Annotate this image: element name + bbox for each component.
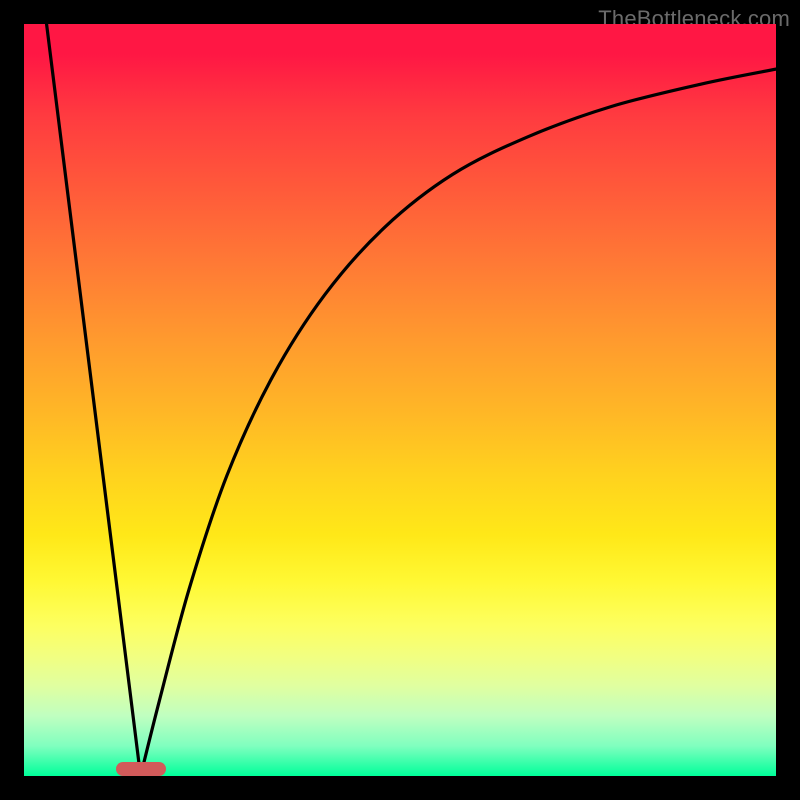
- curve-right: [141, 69, 776, 776]
- chart-curves: [24, 24, 776, 776]
- optimum-marker: [116, 762, 166, 776]
- plot-area: [24, 24, 776, 776]
- curve-left: [47, 24, 141, 776]
